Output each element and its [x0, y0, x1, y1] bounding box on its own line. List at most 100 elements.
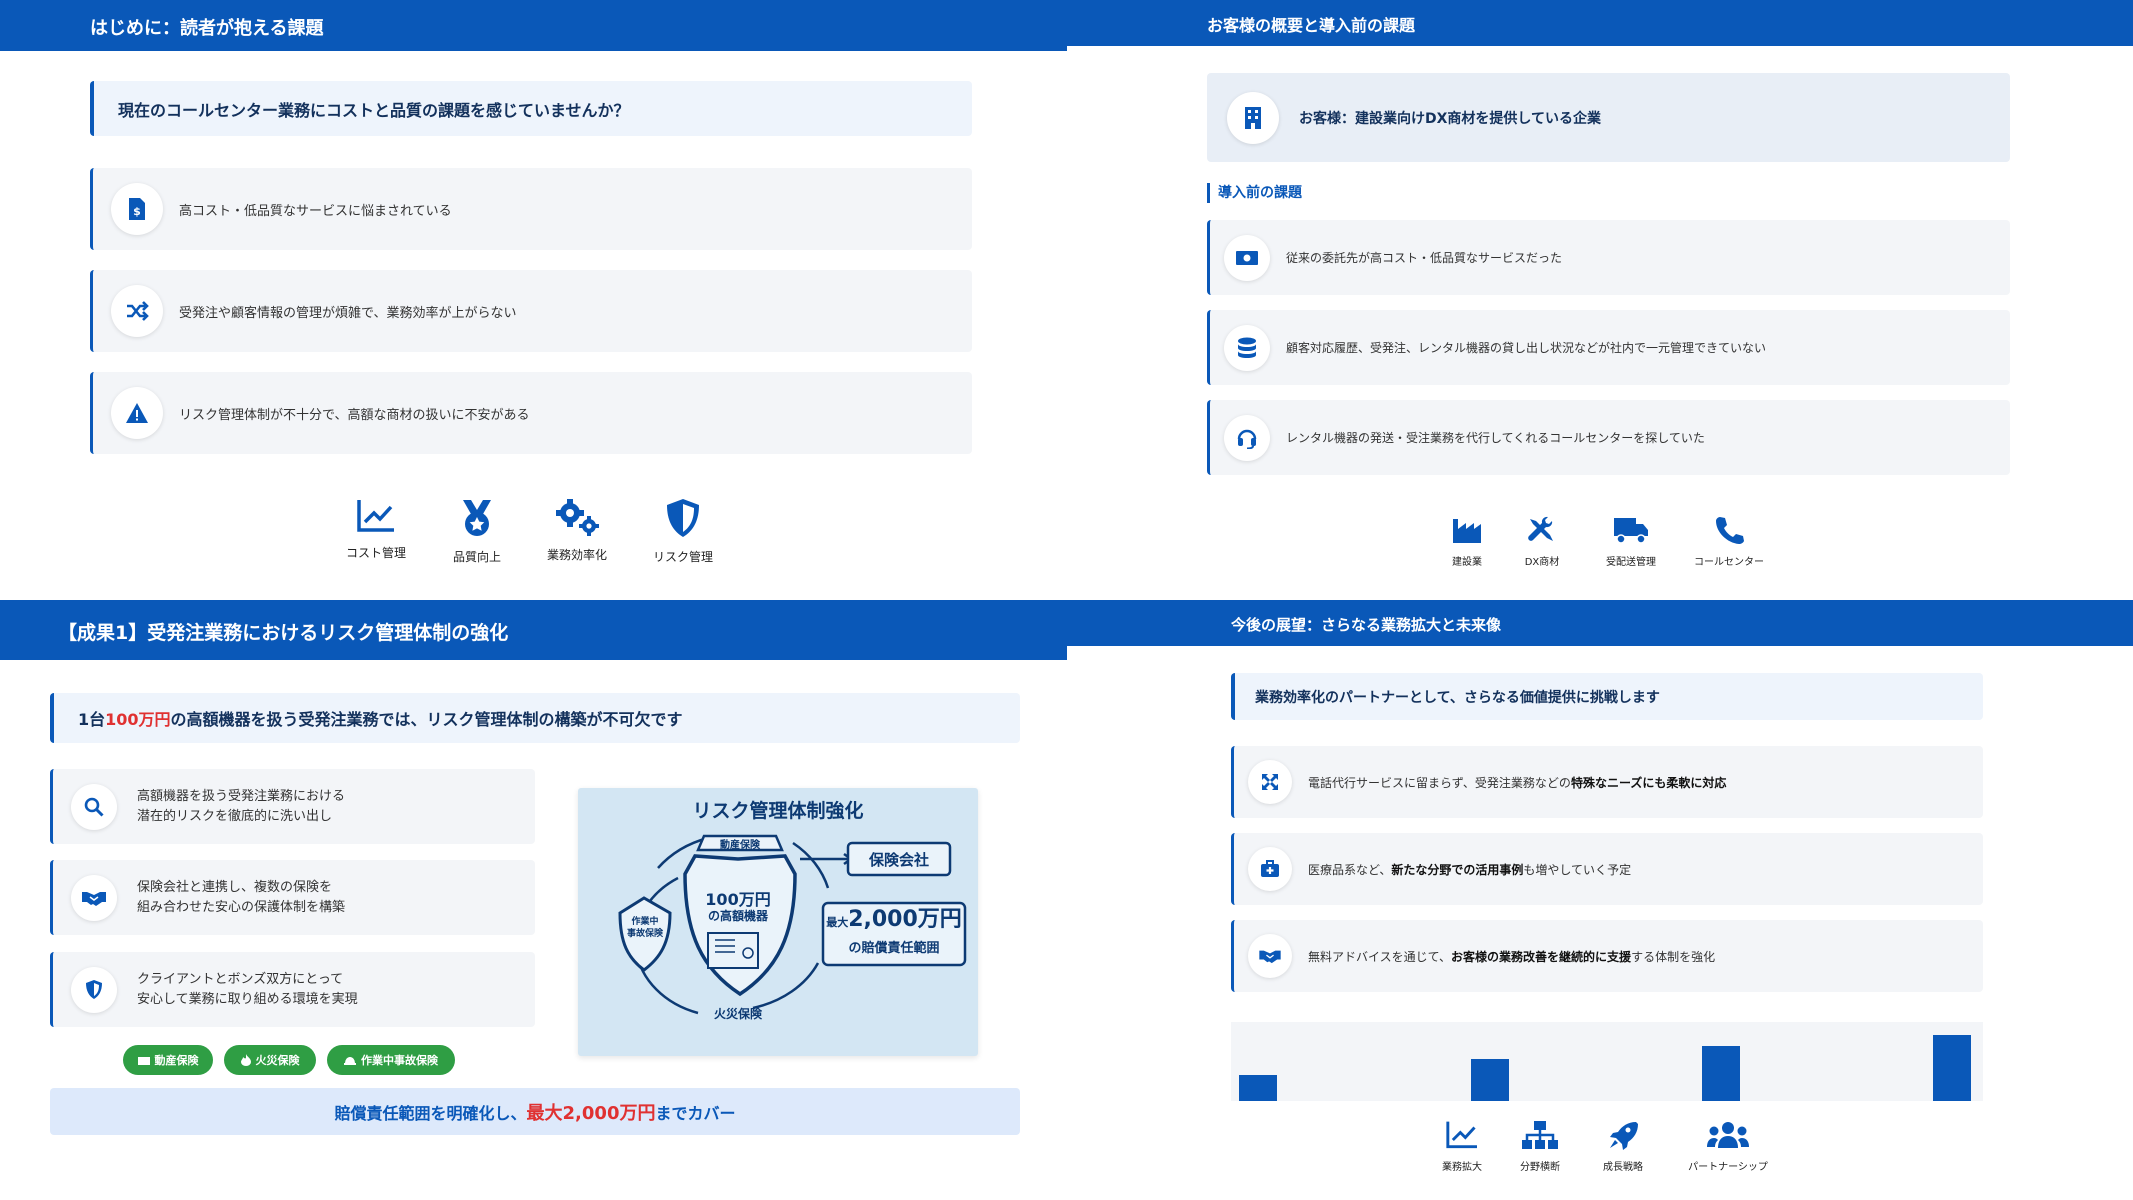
icon-item: パートナーシップ [1678, 1120, 1778, 1173]
card-line: 潜在的リスクを徹底的に洗い出し [137, 808, 333, 824]
icon-item: 業務効率化 [537, 498, 617, 563]
tag-accident-insurance: 作業中事故保険 [327, 1045, 455, 1075]
shield-icon [71, 966, 117, 1013]
money-bill-icon [1224, 234, 1270, 281]
growth-bars [1231, 1022, 1983, 1101]
diagram-title: リスク管理体制強化 [692, 800, 864, 822]
summary-box: 賠償責任範囲を明確化し、 最大2,000万円 までカバー [50, 1088, 1020, 1135]
card-text: 高額機器を扱う受発注業務における 潜在的リスクを徹底的に洗い出し [137, 787, 345, 827]
intro-panel: はじめに：読者が抱える課題 現在のコールセンター業務にコストと品質の課題を感じて… [0, 0, 1067, 600]
panel-header: 【成果1】受発注業務におけるリスク管理体制の強化 [0, 600, 1067, 660]
card-text: クライアントとボンズ双方にとって 安心して業務に取り組める環境を実現 [137, 970, 358, 1010]
card-text: レンタル機器の発送・受注業務を代行してくれるコールセンターを探していた [1286, 431, 1705, 445]
line-chart-icon [1446, 1121, 1477, 1149]
icon-item: コールセンター [1679, 515, 1779, 568]
problem-card: $ 高コスト・低品質なサービスに悩まされている [90, 168, 972, 250]
panel-title: 今後の展望：さらなる業務拡大と未来像 [1231, 616, 1502, 634]
icon-label: コスト管理 [345, 546, 406, 560]
problem-card: リスク管理体制が不十分で、高額な商材の扱いに不安がある [90, 372, 972, 454]
section-title: 導入前の課題 [1207, 183, 1302, 203]
center-label-line: の高額機器 [707, 909, 768, 923]
card-line: 安心して業務に取り組める環境を実現 [137, 991, 358, 1007]
limit-line2: の賠償責任範囲 [848, 941, 940, 956]
lead-box: 1台 100万円 の高額機器を扱う受発注業務では、リスク管理体制の構築が不可欠です [50, 693, 1020, 743]
tag-label: 火災保険 [255, 1054, 300, 1067]
tag-label: 動産保険 [154, 1054, 199, 1067]
question-box: 現在のコールセンター業務にコストと品質の課題を感じていませんか？ [90, 81, 972, 136]
question-text: 現在のコールセンター業務にコストと品質の課題を感じていませんか？ [118, 100, 630, 120]
icon-item: リスク管理 [643, 498, 723, 565]
lead-accent: 100万円 [105, 710, 171, 729]
svg-text:$: $ [133, 205, 141, 218]
card-text: リスク管理体制が不十分で、高額な商材の扱いに不安がある [179, 407, 530, 423]
card-text-bold: お客様の業務改善を継続的に支援 [1451, 949, 1632, 964]
growth-bar [1471, 1059, 1509, 1101]
icon-label: 業務効率化 [546, 548, 607, 562]
problem-card: レンタル機器の発送・受注業務を代行してくれるコールセンターを探していた [1207, 400, 2010, 475]
growth-bar [1702, 1046, 1740, 1101]
tag-label: 作業中事故保険 [361, 1054, 438, 1067]
icon-item: 成長戦略 [1593, 1120, 1653, 1173]
card-text: 無料アドバイスを通じて、お客様の業務改善を継続的に支援する体制を強化 [1308, 948, 1715, 965]
icon-item: 受配送管理 [1591, 515, 1671, 568]
truck-icon [1614, 518, 1648, 544]
icon-item: DX商材 [1512, 515, 1572, 568]
icon-item: コスト管理 [336, 498, 416, 561]
customer-box: お客様：建設業向けDX商材を提供している企業 [1207, 73, 2010, 162]
icon-item: 業務拡大 [1432, 1120, 1492, 1173]
summary-accent: 最大2,000万円 [526, 1102, 656, 1124]
fire-icon [240, 1054, 251, 1066]
diagram-top-label: 動産保険 [720, 840, 760, 851]
icon-label: 建設業 [1452, 557, 1482, 568]
left-label-line: 事故保険 [626, 929, 663, 939]
measure-card: クライアントとボンズ双方にとって 安心して業務に取り組める環境を実現 [50, 952, 535, 1027]
card-line: 高額機器を扱う受発注業務における [137, 788, 346, 804]
limit-label: 最大2,000万円 の賠償責任範囲 [823, 906, 965, 956]
plan-card: 無料アドバイスを通じて、お客様の業務改善を継続的に支援する体制を強化 [1231, 920, 1983, 992]
problem-card: 従来の委託先が高コスト・低品質なサービスだった [1207, 220, 2010, 295]
diagram-center-label: 100万円 の高額機器 [688, 891, 788, 925]
limit-amount: 2,000万円 [848, 907, 962, 932]
card-text: 顧客対応履歴、受発注、レンタル機器の貸し出し状況などが社内で一元管理できていない [1286, 341, 1767, 355]
card-text: 高コスト・低品質なサービスに悩まされている [179, 203, 452, 219]
summary-prefix: 賠償責任範囲を明確化し、 [334, 1103, 527, 1123]
users-icon [1707, 1122, 1749, 1148]
icon-label: パートナーシップ [1688, 1162, 1768, 1173]
icon-label: 分野横断 [1520, 1162, 1560, 1173]
icon-label: 品質向上 [452, 550, 501, 564]
shuffle-icon [111, 285, 163, 337]
measure-card: 高額機器を扱う受発注業務における 潜在的リスクを徹底的に洗い出し [50, 769, 535, 844]
panel-title: はじめに：読者が抱える課題 [90, 18, 324, 39]
medkit-icon [1248, 847, 1292, 891]
center-label-line: 100万円 [705, 890, 771, 909]
diagram-left-label: 作業中 事故保険 [620, 916, 670, 940]
headset-icon [1224, 414, 1270, 461]
panel-header: お客様の概要と導入前の課題 [1067, 0, 2133, 46]
growth-bar [1239, 1075, 1277, 1101]
lead-prefix: 1台 [78, 710, 106, 729]
customer-panel: お客様の概要と導入前の課題 お客様：建設業向けDX商材を提供している企業 導入前… [1067, 0, 2133, 600]
outlook-panel: 今後の展望：さらなる業務拡大と未来像 業務効率化のパートナーとして、さらなる価値… [1067, 600, 2133, 1200]
panel-title: 【成果1】受発注業務におけるリスク管理体制の強化 [58, 622, 509, 644]
handshake-icon [71, 874, 117, 921]
plan-card: 医療品系など、新たな分野での活用事例も増やしていく予定 [1231, 833, 1983, 905]
insurer-label: 保険会社 [868, 851, 929, 869]
medal-icon [463, 500, 491, 536]
card-text: 医療品系など、新たな分野での活用事例も増やしていく予定 [1308, 861, 1631, 878]
icon-item: 建設業 [1437, 515, 1497, 568]
icon-label: リスク管理 [652, 550, 713, 564]
card-text-pre: 無料アドバイスを通じて、 [1308, 949, 1452, 964]
expand-icon [1248, 760, 1292, 804]
hardhat-icon [344, 1057, 356, 1065]
panel-title: お客様の概要と導入前の課題 [1207, 16, 1416, 35]
icon-label: DX商材 [1524, 557, 1560, 568]
question-text: 業務効率化のパートナーとして、さらなる価値提供に挑戦します [1255, 689, 1660, 706]
tag-movable-insurance: 動産保険 [123, 1045, 213, 1075]
lead-suffix: の高額機器を扱う受発注業務では、リスク管理体制の構築が不可欠です [170, 710, 683, 729]
card-text-bold: 特殊なニーズにも柔軟に対応 [1570, 775, 1727, 790]
warning-icon [111, 387, 163, 439]
invoice-dollar-icon: $ [111, 183, 163, 235]
limit-prefix: 最大 [826, 916, 849, 929]
summary-suffix: までカバー [655, 1103, 736, 1123]
rocket-icon [1610, 1122, 1638, 1150]
